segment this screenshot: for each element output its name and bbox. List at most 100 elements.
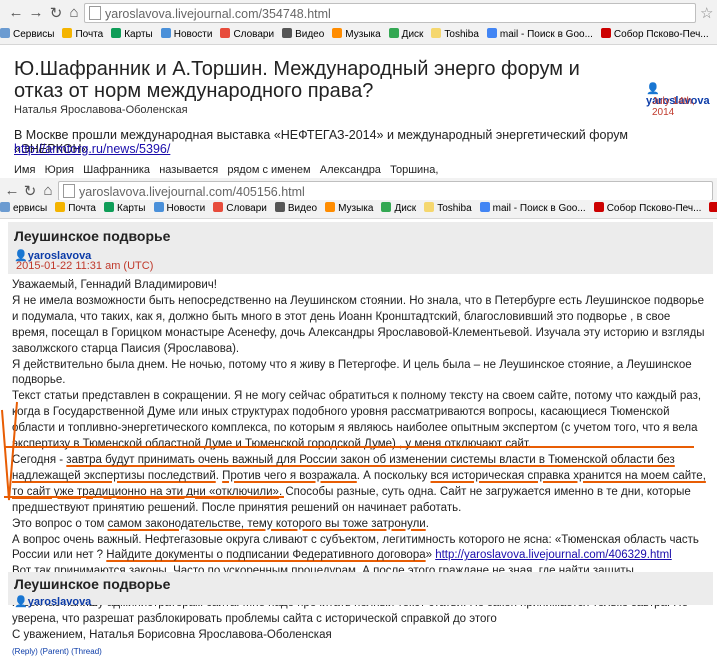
home-icon[interactable]: ⌂ [66, 4, 82, 21]
bookmark-item[interactable]: Toshiba [431, 26, 478, 44]
bookmark-favicon-icon [282, 28, 292, 38]
bookmark-item[interactable]: Диск [381, 200, 416, 218]
bookmark-favicon-icon [62, 28, 72, 38]
bookmark-favicon-icon [161, 28, 171, 38]
back-icon[interactable]: ← [8, 4, 24, 21]
bookmark-label: Видео [288, 203, 317, 214]
bookmark-item[interactable]: Почта [55, 200, 96, 218]
bookmark-item[interactable]: Почта [62, 26, 103, 44]
address-bar[interactable]: yaroslavova.livejournal.com/405156.html [58, 181, 713, 201]
post-title: Ю.Шафранник и А.Торшин. Международный эн… [14, 58, 624, 102]
bookmark-item[interactable]: Новости [161, 26, 213, 44]
post-author: Наталья Ярославова-Оболенская [14, 104, 188, 116]
bookmark-label: ервисы [13, 203, 47, 214]
bookmark-favicon-icon [220, 28, 230, 38]
paragraph-with-link: А вопрос очень важный. Нефтегазовые окру… [12, 533, 707, 565]
bookmark-favicon-icon [332, 28, 342, 38]
paragraph-highlighted: Сегодня - завтра будут принимать очень в… [12, 453, 707, 517]
bookmark-label: Словари [233, 29, 274, 40]
bookmark-item[interactable]: Карты [104, 200, 146, 218]
bookmark-label: Диск [394, 203, 416, 214]
page-icon [89, 6, 101, 20]
bookmark-item[interactable]: Музыка [332, 26, 380, 44]
bookmark-favicon-icon [154, 202, 164, 212]
bookmark-favicon-icon [325, 202, 335, 212]
handwritten-check-mark [0, 400, 20, 510]
bookmark-label: Почта [75, 29, 103, 40]
bookmark-item[interactable]: Словари [220, 26, 274, 44]
bottom-bookmarks-bar: ервисы Почта Карты Новости Словари Видео Музык… [0, 200, 717, 219]
paragraph: Я действительно была днем. Не ночью, пот… [12, 358, 707, 390]
user-icon: 👤 [14, 596, 28, 608]
signature: С уважением, Наталья Борисовна Ярославов… [12, 628, 707, 644]
forward-icon[interactable]: → [28, 4, 44, 21]
bookmark-favicon-icon [213, 202, 223, 212]
bookmark-label: Карты [124, 29, 153, 40]
bookmark-label: Музыка [345, 29, 380, 40]
bookmark-item[interactable]: Сервисы [0, 26, 54, 44]
paragraph: Текст статьи представлен в сокращении. Я… [12, 389, 707, 453]
bookmark-favicon-icon [275, 202, 285, 212]
bookmark-item[interactable]: Видео [275, 200, 317, 218]
back-icon[interactable]: ← [4, 182, 20, 199]
bookmark-item[interactable]: Словари [213, 200, 267, 218]
orange-underline-mark [4, 496, 284, 498]
bookmark-label: Почта [68, 203, 96, 214]
bookmark-favicon-icon [601, 28, 611, 38]
comment-actions[interactable]: (Reply) (Parent) (Thread) [12, 644, 707, 660]
bookmark-favicon-icon [424, 202, 434, 212]
reload-icon[interactable]: ↻ [48, 4, 64, 22]
comment-date: 2015-01-22 11:31 am (UTC) [16, 260, 153, 272]
journal-link[interactable]: http://yaroslavova.livejournal.com/40632… [435, 549, 672, 561]
bookmark-favicon-icon [480, 202, 490, 212]
bookmark-item[interactable]: Музыка [325, 200, 373, 218]
bookmark-label: Видео [295, 29, 324, 40]
bookmark-favicon-icon [594, 202, 604, 212]
home-icon[interactable]: ⌂ [40, 182, 56, 199]
user-icon: 👤 [646, 83, 660, 95]
bookmark-label: mail - Поиск в Goo... [500, 29, 593, 40]
bookmark-favicon-icon [0, 28, 10, 38]
bookmark-item[interactable]: Конст [709, 200, 717, 218]
bookmark-favicon-icon [111, 28, 121, 38]
bookmark-star-icon[interactable]: ☆ [700, 4, 713, 22]
bookmark-label: Словари [226, 203, 267, 214]
bookmark-favicon-icon [389, 28, 399, 38]
bookmark-label: Сервисы [13, 29, 54, 40]
bookmark-item[interactable]: Toshiba [424, 200, 471, 218]
bookmark-label: Собор Псково-Печ... [607, 203, 702, 214]
bookmark-favicon-icon [709, 202, 717, 212]
top-bookmarks-bar: Сервисы Почта Карты Новости Словари Видео Музы… [0, 26, 717, 45]
bookmark-item[interactable]: Диск [389, 26, 424, 44]
bookmark-item[interactable]: Собор Псково-Печ... [601, 26, 709, 44]
greeting: Уважаемый, Геннадий Владимирович! [12, 278, 707, 294]
comment-user[interactable]: 👤yaroslavova [14, 592, 91, 610]
bookmark-label: Музыка [338, 203, 373, 214]
bookmark-label: Диск [402, 29, 424, 40]
bookmark-label: Toshiba [444, 29, 478, 40]
bookmark-favicon-icon [487, 28, 497, 38]
bookmark-label: Новости [174, 29, 213, 40]
bookmark-favicon-icon [55, 202, 65, 212]
comment-header: Леушинское подворье 👤yaroslavova 2015-01… [8, 222, 713, 274]
address-text: yaroslavova.livejournal.com/405156.html [79, 185, 305, 199]
bookmark-label: Карты [117, 203, 146, 214]
paragraph: Я не имела возможности быть непосредстве… [12, 294, 707, 358]
comment-title: Леушинское подворье [14, 228, 170, 244]
bookmark-item[interactable]: ервисы [0, 200, 47, 218]
page-icon [63, 184, 75, 198]
bookmark-item[interactable]: mail - Поиск в Goo... [480, 200, 586, 218]
post-partial-line: Имя Юрия Шафранника называется рядом с и… [14, 164, 438, 176]
reload-icon[interactable]: ↻ [22, 182, 38, 200]
address-text: yaroslavova.livejournal.com/354748.html [105, 7, 331, 21]
bookmark-favicon-icon [431, 28, 441, 38]
bookmark-favicon-icon [381, 202, 391, 212]
bookmark-item[interactable]: Собор Псково-Печ... [594, 200, 702, 218]
post-link[interactable]: http://armtorg.ru/news/5396/ [14, 142, 170, 156]
bookmark-item[interactable]: Новости [154, 200, 206, 218]
bookmark-item[interactable]: Видео [282, 26, 324, 44]
orange-underline-mark [4, 446, 694, 448]
address-bar[interactable]: yaroslavova.livejournal.com/354748.html [84, 3, 696, 23]
bookmark-item[interactable]: Карты [111, 26, 153, 44]
bookmark-item[interactable]: mail - Поиск в Goo... [487, 26, 593, 44]
